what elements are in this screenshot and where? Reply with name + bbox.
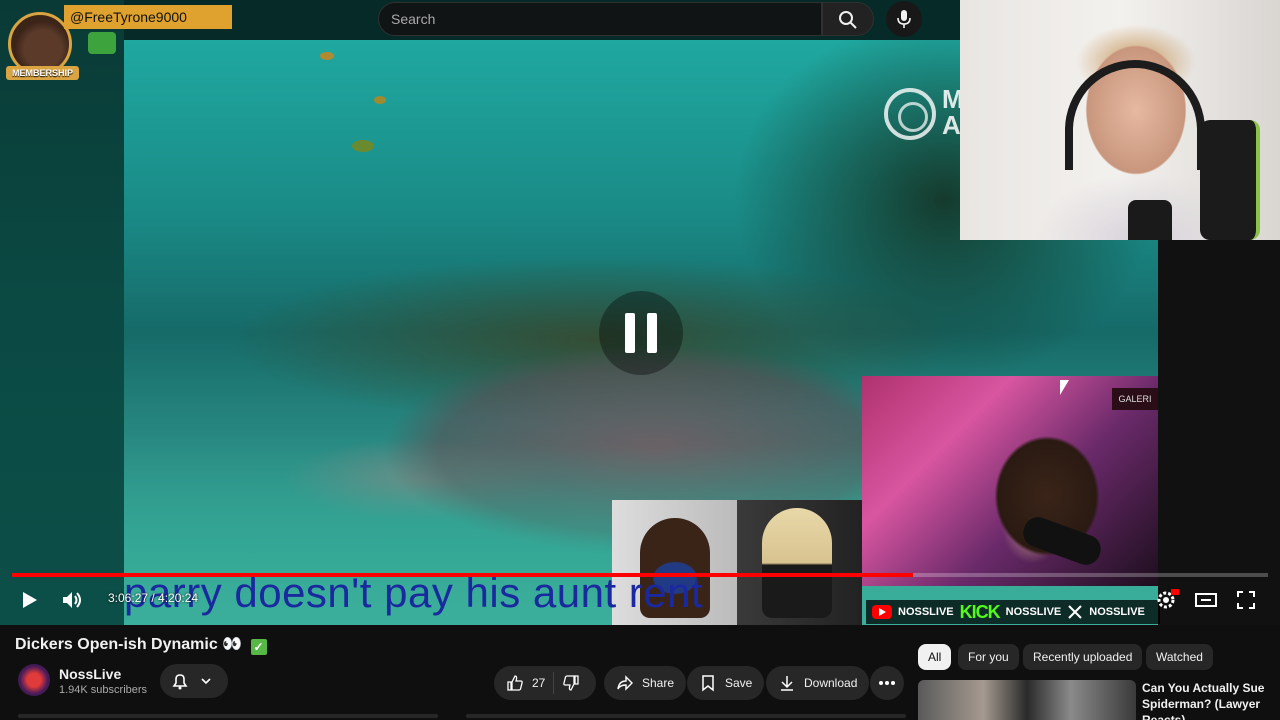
youtube-handle: NOSSLIVE [898,606,954,618]
guest-microphone [1019,513,1105,569]
save-button[interactable]: Save [687,666,765,700]
fullscreen-icon [1237,591,1255,609]
voice-search-button[interactable] [886,1,922,37]
check-mark-icon: ✓ [250,639,267,655]
gear-icon [1157,589,1179,609]
progress-played [12,573,914,577]
bookmark-icon [702,675,714,692]
video-right-backdrop [1158,240,1280,625]
guest-webcam: GALERI [862,376,1158,586]
share-icon [617,675,633,691]
fullscreen-button[interactable] [1232,586,1260,614]
stream-platforms-banner: NOSSLIVE KICK NOSSLIVE NOSSLIVE [866,600,1160,624]
thumbs-down-icon[interactable] [562,674,580,692]
member-handle: @FreeTyrone9000 [64,5,232,29]
more-horizontal-icon [879,681,895,685]
fish [320,52,334,60]
notifications-button[interactable] [160,664,228,698]
search-icon [839,11,857,29]
youtube-logo-icon [872,605,892,619]
recommendation-thumbnail[interactable] [918,680,1136,720]
video-left-backdrop [0,0,124,625]
microphone [1128,200,1172,240]
fish [352,140,374,152]
pepe-emote-icon [88,32,116,54]
settings-button[interactable] [1152,586,1180,614]
play-button[interactable] [15,586,43,614]
channel-name[interactable]: NossLive [59,666,121,682]
theater-mode-button[interactable] [1192,586,1220,614]
save-label: Save [725,676,753,690]
thumbs-up-icon[interactable] [506,674,524,692]
download-icon [781,676,793,691]
pause-button[interactable] [599,291,683,375]
chevron-down-icon [201,678,211,685]
more-actions-button[interactable] [870,666,904,700]
room-sign: GALERI [1112,388,1158,410]
video-title-text: Dickers Open-ish Dynamic [15,636,218,653]
headphones [1065,60,1205,170]
eyes-emoji-icon: 👀 [222,636,243,653]
gaming-chair [1200,120,1260,240]
like-count[interactable]: 27 [532,676,545,690]
play-icon [23,592,37,608]
download-button[interactable]: Download [766,666,870,700]
microphone-icon [897,10,911,28]
subscriber-count: 1.94K subscribers [59,684,148,696]
x-logo-icon [1068,605,1082,619]
description-placeholder [18,714,438,718]
youtube-watch-page: M A GALERI parry doesn't pay his aunt re… [0,0,1280,720]
chip-watched[interactable]: Watched [1146,644,1213,670]
theater-mode-icon [1195,593,1217,607]
x-handle: NOSSLIVE [1089,606,1145,618]
like-dislike-group: 27 [494,666,596,700]
recommendation-title[interactable]: Can You Actually Sue Spiderman? (Lawyer … [1142,680,1272,720]
mouse-cursor-icon [1060,380,1069,395]
volume-button[interactable] [58,586,86,614]
divider [553,672,555,694]
kick-handle: NOSSLIVE [1005,606,1062,618]
share-button[interactable]: Share [604,666,687,700]
membership-badge: MEMBERSHIP [6,66,80,80]
video-player[interactable]: M A GALERI parry doesn't pay his aunt re… [0,0,1280,625]
share-label: Share [642,676,675,690]
kick-logo: KICK [959,601,1001,622]
chip-recently-uploaded[interactable]: Recently uploaded [1023,644,1143,670]
streamer-webcam [960,0,1280,240]
search-box[interactable] [378,2,822,36]
channel-avatar[interactable] [18,664,50,696]
description-placeholder [466,714,906,718]
aquarium-logo-icon [884,88,936,140]
search-input[interactable] [379,3,821,35]
bell-icon [172,674,188,690]
volume-icon [63,592,81,608]
chip-for-you[interactable]: For you [958,644,1019,670]
progress-bar[interactable] [12,573,1268,577]
fish [374,96,386,104]
chip-all[interactable]: All [918,644,952,670]
download-label: Download [804,676,858,690]
video-title: Dickers Open-ish Dynamic 👀 ✓ [15,634,267,655]
time-display: 3:06:27 / 4:20:24 [108,591,199,605]
search-button[interactable] [822,2,874,36]
participant-avatar [762,508,832,618]
